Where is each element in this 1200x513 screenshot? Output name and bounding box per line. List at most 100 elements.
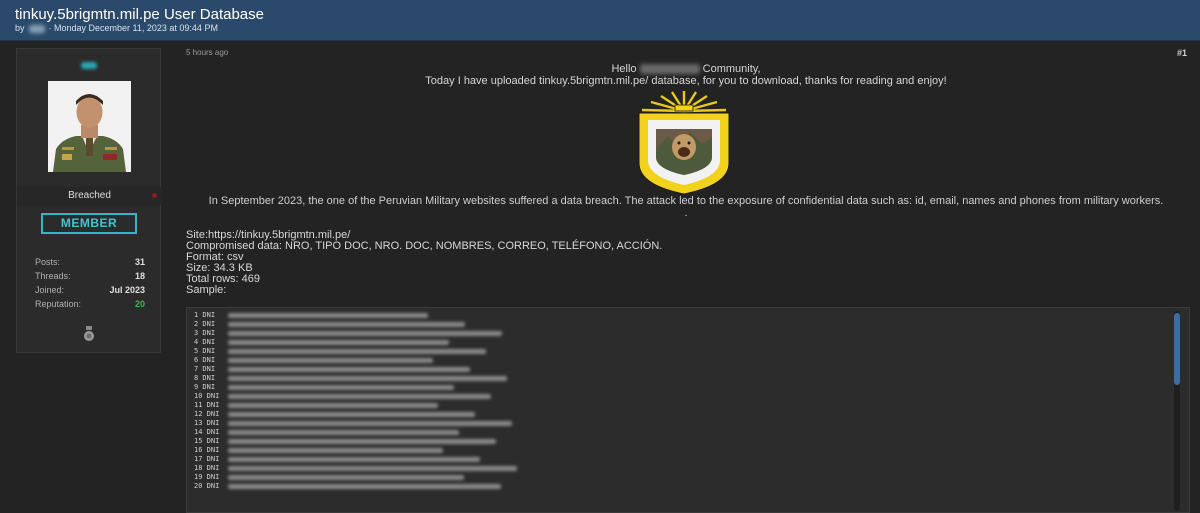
stat-joined: Joined: Jul 2023 — [35, 283, 145, 297]
sample-row: 3 DNI — [194, 329, 517, 338]
stat-threads: Threads: 18 — [35, 269, 145, 283]
sample-row-prefix: 6 DNI — [194, 356, 216, 364]
breach-description: In September 2023, the one of the Peruvi… — [208, 195, 1164, 207]
code-scrollbar[interactable] — [1174, 311, 1180, 511]
post-number[interactable]: #1 — [1177, 48, 1187, 58]
forum-name-redacted — [639, 64, 700, 75]
sample-row: 16 DNI — [194, 446, 517, 455]
sample-row: 20 DNI — [194, 482, 517, 491]
sample-row-prefix: 3 DNI — [194, 329, 216, 337]
sample-row-prefix: 8 DNI — [194, 374, 216, 382]
sample-row: 5 DNI — [194, 347, 517, 356]
redacted-sample-data — [228, 403, 438, 408]
author-name-redacted[interactable] — [28, 24, 45, 33]
redacted-sample-data — [228, 448, 443, 453]
greeting-line-1: Hello Community, — [186, 63, 1186, 75]
sample-row-prefix: 20 DNI — [194, 482, 220, 490]
redacted-sample-data — [228, 457, 480, 462]
sample-row-prefix: 19 DNI — [194, 473, 220, 481]
redacted-sample-data — [228, 421, 512, 426]
stat-reputation: Reputation: 20 — [35, 297, 145, 311]
description-dot: . — [684, 207, 688, 219]
redacted-sample-data — [228, 439, 496, 444]
greeting-community: Community, — [702, 63, 761, 75]
award-medal-icon[interactable] — [83, 326, 95, 342]
usertitle: Breached — [17, 187, 162, 205]
sample-rows: 1 DNI 2 DNI 3 DNI 4 DNI 5 DNI 6 DNI 7 DNI 8 DNI… — [194, 311, 517, 491]
sample-row: 2 DNI — [194, 320, 517, 329]
redacted-sample-data — [228, 331, 502, 336]
redacted-sample-data — [228, 376, 507, 381]
meta-by: by — [15, 23, 25, 33]
sample-row-prefix: 10 DNI — [194, 392, 220, 400]
code-scrollbar-thumb[interactable] — [1174, 313, 1180, 385]
avatar[interactable] — [48, 81, 131, 172]
stat-posts: Posts: 31 — [35, 255, 145, 269]
redacted-sample-data — [228, 466, 517, 471]
meta-date: · Monday December 11, 2023 at 09:44 PM — [48, 23, 218, 33]
sample-row-prefix: 12 DNI — [194, 410, 220, 418]
sample-row: 13 DNI — [194, 419, 517, 428]
sample-row-prefix: 9 DNI — [194, 383, 216, 391]
sample-row: 14 DNI — [194, 428, 517, 437]
redacted-sample-data — [228, 394, 491, 399]
info-rows: Total rows: 469 — [186, 273, 260, 285]
stat-value: Jul 2023 — [109, 285, 145, 295]
greeting-hello: Hello — [611, 63, 637, 75]
sample-row-prefix: 17 DNI — [194, 455, 220, 463]
redacted-sample-data — [228, 313, 428, 318]
redacted-sample-data — [228, 475, 464, 480]
info-format: Format: csv — [186, 251, 244, 263]
stat-label: Posts: — [35, 257, 61, 267]
sample-code-block[interactable]: 1 DNI 2 DNI 3 DNI 4 DNI 5 DNI 6 DNI 7 DNI 8 DNI… — [186, 307, 1190, 513]
stat-value[interactable]: 31 — [135, 255, 145, 269]
sample-row: 1 DNI — [194, 311, 517, 320]
sample-row-prefix: 5 DNI — [194, 347, 216, 355]
info-sample: Sample: — [186, 284, 227, 296]
sample-row-prefix: 7 DNI — [194, 365, 216, 373]
user-stats: Posts: 31 Threads: 18 Joined: Jul 2023 Repu… — [35, 255, 145, 311]
sample-row-prefix: 18 DNI — [194, 464, 220, 472]
sample-row: 11 DNI — [194, 401, 517, 410]
sample-row-prefix: 11 DNI — [194, 401, 220, 409]
stat-label: Threads: — [35, 271, 71, 281]
sample-row-prefix: 14 DNI — [194, 428, 220, 436]
redacted-sample-data — [228, 430, 459, 435]
member-rank-badge: MEMBER — [41, 213, 137, 234]
sample-row: 7 DNI — [194, 365, 517, 374]
redacted-sample-data — [228, 385, 454, 390]
sample-row: 12 DNI — [194, 410, 517, 419]
sample-row: 18 DNI — [194, 464, 517, 473]
sample-row-prefix: 16 DNI — [194, 446, 220, 454]
info-compromised: Compromised data: NRO, TIPO DOC, NRO. DO… — [186, 240, 663, 252]
sample-row: 15 DNI — [194, 437, 517, 446]
sample-row-prefix: 2 DNI — [194, 320, 216, 328]
stat-value[interactable]: 20 — [135, 297, 145, 311]
thread-header: tinkuy.5brigmtn.mil.pe User Database by ·… — [0, 0, 1200, 41]
sample-row: 10 DNI — [194, 392, 517, 401]
sample-row-prefix: 4 DNI — [194, 338, 216, 346]
brigade-emblem-logo — [638, 91, 730, 195]
thread-title[interactable]: tinkuy.5brigmtn.mil.pe User Database — [15, 6, 264, 23]
redacted-sample-data — [228, 484, 501, 489]
sample-row: 8 DNI — [194, 374, 517, 383]
redacted-sample-data — [228, 349, 486, 354]
avatar-image — [48, 81, 131, 172]
stat-value[interactable]: 18 — [135, 269, 145, 283]
sample-row: 6 DNI — [194, 356, 517, 365]
sample-row-prefix: 15 DNI — [194, 437, 220, 445]
post-time[interactable]: 5 hours ago — [186, 48, 228, 57]
sample-row: 9 DNI — [194, 383, 517, 392]
sample-row: 17 DNI — [194, 455, 517, 464]
thread-meta: by · Monday December 11, 2023 at 09:44 PM — [15, 23, 218, 33]
stat-label: Reputation: — [35, 299, 82, 309]
greeting-line-2: Today I have uploaded tinkuy.5brigmtn.mi… — [425, 75, 947, 87]
sample-row: 4 DNI — [194, 338, 517, 347]
sample-row-prefix: 13 DNI — [194, 419, 220, 427]
breach-info: Site:https://tinkuy.5brigmtn.mil.pe/ Com… — [186, 230, 662, 296]
redacted-sample-data — [228, 367, 470, 372]
user-card: Breached MEMBER Posts: 31 Threads: 18 Join… — [16, 48, 162, 353]
offline-status-icon — [152, 193, 157, 198]
usertitle-label: Breached — [68, 190, 111, 201]
username-redacted[interactable] — [81, 62, 97, 69]
